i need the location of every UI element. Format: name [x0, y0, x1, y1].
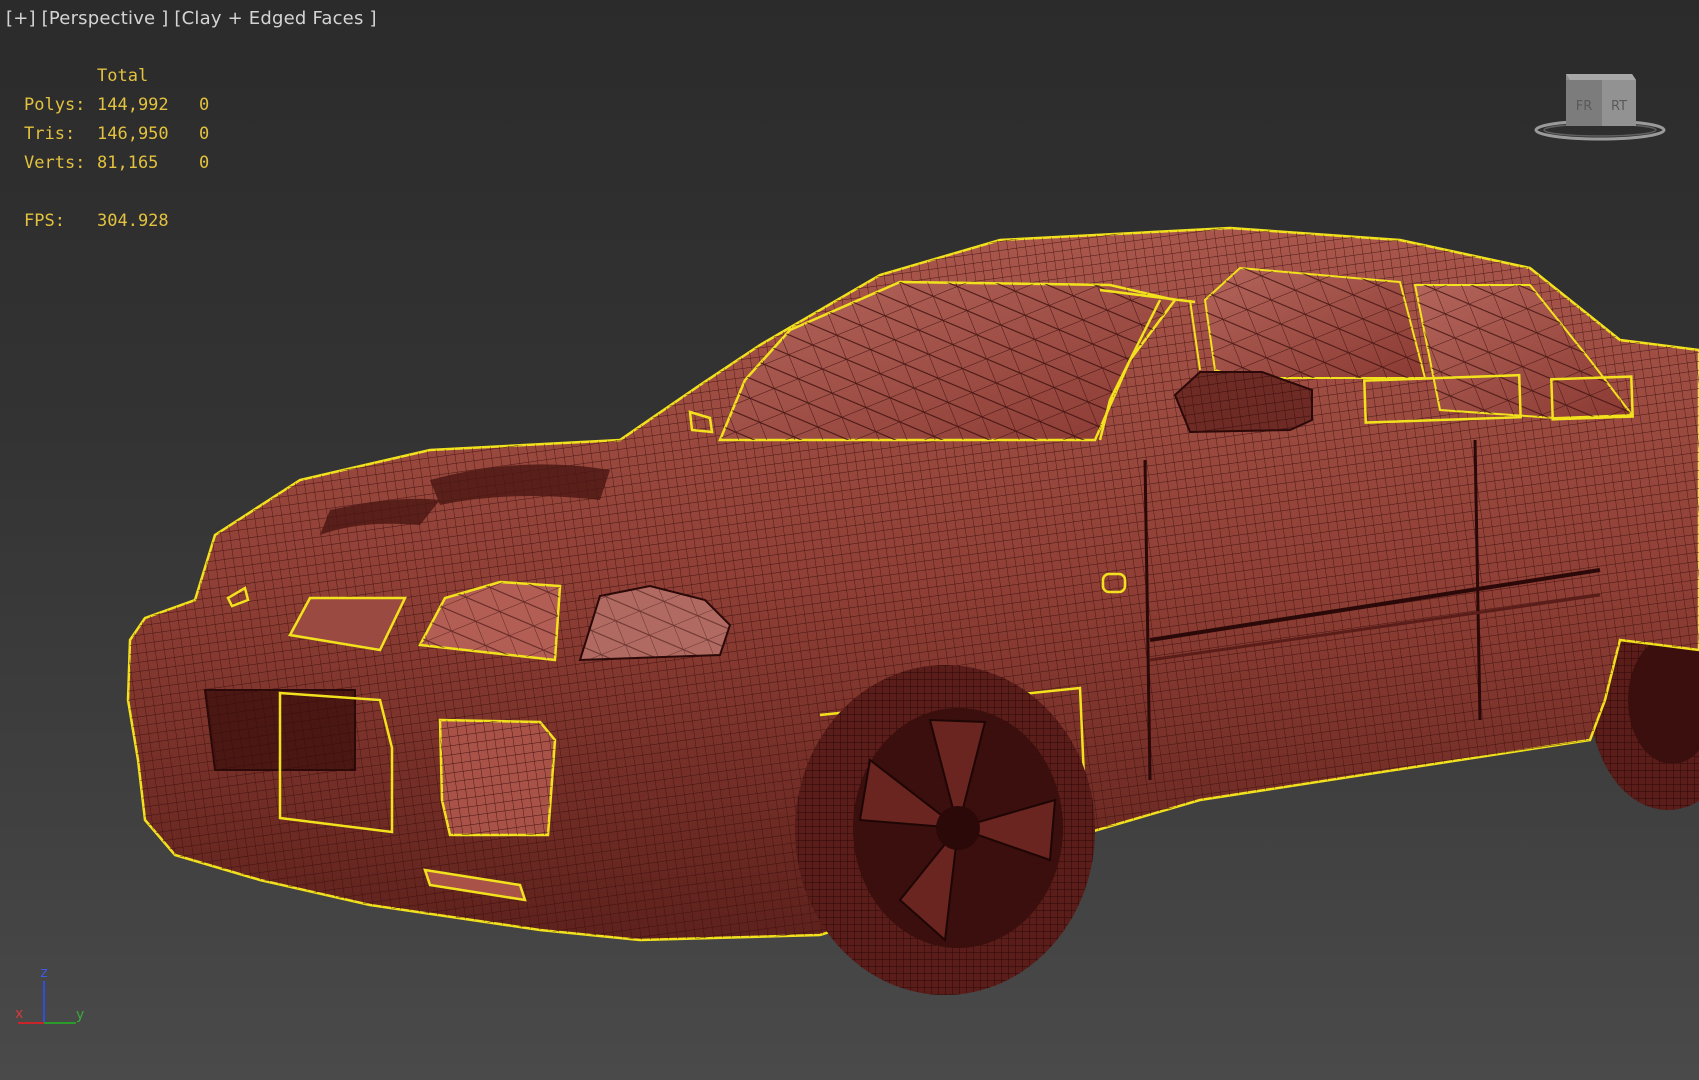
shading-mode-menu-button[interactable]: [Clay + Edged Faces ]: [174, 8, 376, 29]
viewcube-right-face[interactable]: RT: [1611, 99, 1627, 114]
viewport-menu-button[interactable]: [+]: [6, 8, 36, 29]
car-model[interactable]: [0, 0, 1699, 1080]
stats-selected: 0: [199, 153, 210, 173]
viewcube-icon[interactable]: FR RT: [1532, 68, 1668, 146]
stats-label: Polys:: [24, 95, 86, 115]
stats-label: Tris:: [24, 124, 76, 144]
front-wheel: [795, 665, 1095, 995]
viewport-statistics: Total Polys: 144,992 0 Tris: 146,950 0 V…: [24, 62, 229, 236]
axis-y-label: y: [76, 1007, 84, 1023]
viewcube-left-face[interactable]: FR: [1576, 99, 1593, 114]
view-type-menu-button[interactable]: [Perspective ]: [42, 8, 169, 29]
fps-row: FPS: 304.928: [24, 207, 229, 236]
stats-total: 146,950: [97, 124, 169, 144]
fps-value: 304.928: [97, 211, 169, 231]
stats-row: Polys: 144,992 0: [24, 91, 229, 120]
viewport-label: [+] [Perspective ] [Clay + Edged Faces ]: [6, 8, 377, 29]
stats-total-header: Total: [97, 66, 149, 86]
axis-tripod-icon: z x y: [15, 965, 84, 1024]
stats-row: Tris: 146,950 0: [24, 120, 229, 149]
axis-x-label: x: [15, 1006, 23, 1022]
perspective-viewport[interactable]: [+] [Perspective ] [Clay + Edged Faces ]…: [0, 0, 1699, 1080]
stats-selected: 0: [199, 124, 210, 144]
stats-row: Verts: 81,165 0: [24, 149, 229, 178]
stats-total: 144,992: [97, 95, 169, 115]
fps-label: FPS:: [24, 211, 65, 231]
stats-header-row: Total: [24, 62, 229, 91]
stats-label: Verts:: [24, 153, 86, 173]
stats-total: 81,165: [97, 153, 159, 173]
stats-selected: 0: [199, 95, 210, 115]
axis-z-label: z: [40, 965, 47, 981]
